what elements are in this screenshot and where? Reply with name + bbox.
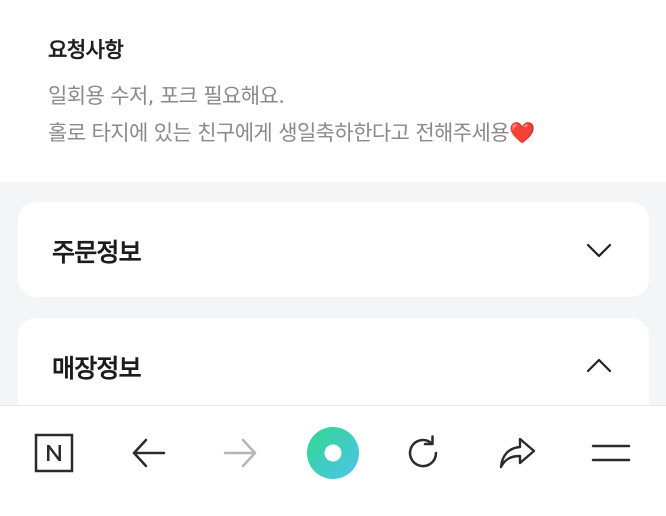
order-info-card[interactable]: 주문정보 (18, 202, 649, 297)
forward-arrow-icon (223, 438, 257, 468)
refresh-button[interactable] (396, 426, 450, 480)
order-info-title: 주문정보 (52, 238, 142, 267)
share-button[interactable] (490, 426, 544, 480)
menu-button[interactable] (584, 426, 638, 480)
chevron-up-icon[interactable] (585, 352, 613, 380)
browser-bottom-bar (0, 405, 666, 516)
refresh-icon (408, 435, 438, 468)
green-dot-icon (307, 427, 359, 479)
chevron-down-icon[interactable] (585, 236, 613, 264)
request-line-2: 홀로 타지에 있는 친구에게 생일축하한다고 전해주세용❤️ (48, 117, 535, 147)
request-title: 요청사항 (48, 38, 124, 62)
request-section: 요청사항 일회용 수저, 포크 필요해요. 홀로 타지에 있는 친구에게 생일축… (0, 0, 666, 182)
back-button[interactable] (121, 426, 175, 480)
request-line-1: 일회용 수저, 포크 필요해요. (48, 84, 285, 108)
menu-icon (591, 444, 631, 462)
heart-emoji: ❤️ (508, 121, 535, 145)
forward-button[interactable] (214, 426, 268, 480)
naver-n-icon (34, 433, 74, 473)
store-info-title: 매장정보 (52, 354, 142, 383)
request-line-2-text: 홀로 타지에 있는 친구에게 생일축하한다고 전해주세용 (48, 121, 510, 145)
back-arrow-icon (132, 438, 166, 468)
green-dot-button[interactable] (306, 426, 360, 480)
share-icon (499, 437, 536, 469)
naver-home-button[interactable] (27, 426, 81, 480)
